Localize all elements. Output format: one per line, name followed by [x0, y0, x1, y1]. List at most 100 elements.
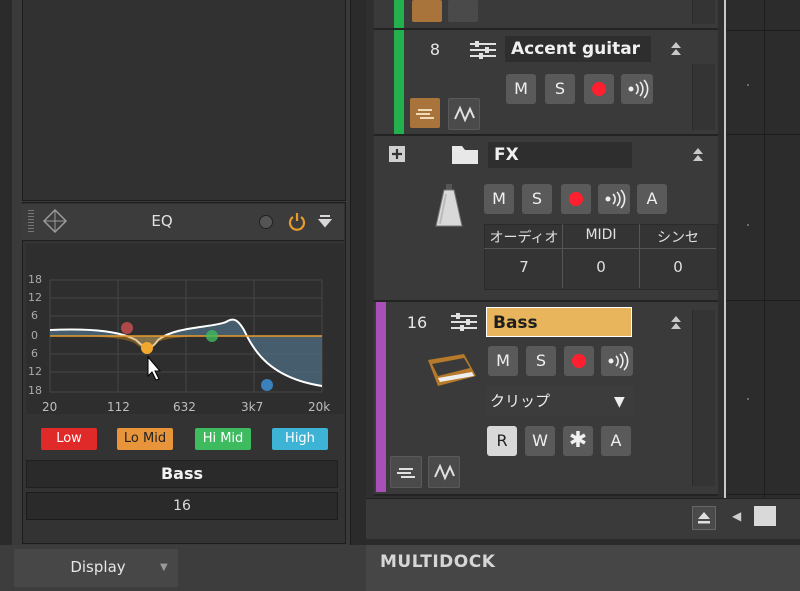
- band-lomid-button[interactable]: Lo Mid: [117, 428, 173, 450]
- automation-a-button[interactable]: A: [601, 426, 631, 456]
- monitor-button[interactable]: [601, 346, 633, 376]
- automation-icon[interactable]: [428, 456, 460, 488]
- solo-button[interactable]: S: [545, 74, 575, 104]
- mute-button[interactable]: M: [484, 184, 514, 214]
- track-color-strip: [394, 0, 404, 28]
- table-header: シンセ: [657, 230, 699, 246]
- playhead-line[interactable]: [724, 0, 726, 498]
- drag-grip-icon[interactable]: [28, 210, 34, 232]
- automation-icon[interactable]: [448, 98, 480, 130]
- eject-icon[interactable]: [692, 506, 716, 530]
- track-name-field[interactable]: Accent guitar: [505, 36, 651, 62]
- dropdown-arrow-icon[interactable]: ▼: [614, 394, 625, 410]
- collapse-chevron-icon[interactable]: [690, 146, 706, 164]
- monitor-button[interactable]: [598, 184, 630, 214]
- folder-icon: [450, 142, 480, 166]
- grid-line: [726, 134, 800, 135]
- solo-button[interactable]: S: [522, 184, 552, 214]
- record-arm-button[interactable]: [564, 346, 594, 376]
- automation-icon[interactable]: [448, 0, 478, 22]
- power-icon[interactable]: [287, 211, 307, 231]
- grid-dot: [747, 398, 749, 400]
- freq-tick: 112: [107, 400, 130, 414]
- mute-button[interactable]: M: [488, 346, 518, 376]
- write-automation-button[interactable]: W: [525, 426, 555, 456]
- expand-plus-icon[interactable]: [389, 146, 405, 162]
- record-arm-button[interactable]: [584, 74, 614, 104]
- mute-button[interactable]: M: [506, 74, 536, 104]
- activity-indicator-icon: [259, 215, 273, 229]
- db-tick: 12: [28, 365, 42, 378]
- himid-band-node-icon: [206, 330, 218, 342]
- expand-chevron-icon[interactable]: [317, 212, 333, 230]
- db-tick: 12: [28, 291, 42, 304]
- track-name-field[interactable]: Bass: [486, 307, 632, 337]
- cowbell-icon: [432, 180, 468, 232]
- track-scrollbar[interactable]: [692, 310, 715, 486]
- band-himid-button[interactable]: Hi Mid: [195, 428, 251, 450]
- track-list-icon[interactable]: [412, 0, 442, 22]
- horizontal-scroll-thumb[interactable]: [754, 506, 776, 526]
- db-tick: 18: [28, 384, 42, 397]
- grid-line: [764, 0, 765, 498]
- track-color-strip: [376, 302, 386, 492]
- input-select-value: クリップ: [490, 392, 551, 410]
- table-cell: 0: [673, 258, 683, 276]
- channel-number-field: 16: [26, 492, 338, 520]
- read-automation-button[interactable]: R: [487, 426, 517, 456]
- freq-tick: 3k7: [241, 400, 264, 414]
- star-button[interactable]: ✱: [563, 426, 593, 456]
- record-arm-button[interactable]: [561, 184, 591, 214]
- instrument-track-icon: [468, 38, 498, 62]
- eq-curve-svg[interactable]: [26, 244, 344, 414]
- display-label: Display: [70, 558, 126, 576]
- channel-name-field[interactable]: Bass: [26, 460, 338, 488]
- freq-tick: 632: [173, 400, 196, 414]
- track-scrollbar[interactable]: [692, 0, 715, 24]
- folder-name-field[interactable]: FX: [488, 142, 632, 168]
- track-list-icon[interactable]: [390, 456, 422, 488]
- eq-graph[interactable]: [26, 244, 344, 414]
- eq-plugin-icon[interactable]: [42, 208, 68, 234]
- track-number: 16: [406, 313, 428, 332]
- grid-dot: [747, 224, 749, 226]
- input-select[interactable]: クリップ: [486, 386, 634, 416]
- automation-a-button[interactable]: A: [637, 184, 667, 214]
- track-scrollbar[interactable]: [692, 64, 715, 130]
- freq-tick: 20: [42, 400, 58, 414]
- band-high-button[interactable]: High: [272, 428, 328, 450]
- solo-button[interactable]: S: [526, 346, 556, 376]
- eq-title: EQ: [151, 212, 173, 230]
- db-tick: 6: [31, 347, 38, 360]
- record-icon: [592, 81, 606, 96]
- db-tick: 18: [28, 273, 42, 286]
- collapse-chevron-icon[interactable]: [668, 40, 684, 58]
- db-tick: 0: [31, 329, 38, 342]
- track-color-strip: [394, 30, 404, 134]
- table-cell: 0: [596, 258, 606, 276]
- inspector-upper-area: [22, 0, 346, 201]
- synth-keyboard-icon: [424, 350, 478, 390]
- band-low-button[interactable]: Low: [41, 428, 97, 450]
- monitor-icon: [628, 79, 649, 99]
- scroll-left-arrow-icon[interactable]: ◀: [732, 509, 741, 523]
- monitor-button[interactable]: [621, 74, 653, 104]
- freq-tick: 20k: [308, 400, 331, 414]
- track-number: 8: [429, 40, 441, 59]
- dropdown-arrow-icon[interactable]: ▼: [160, 562, 168, 573]
- high-band-node-icon: [261, 379, 273, 391]
- table-header: オーディオ: [489, 230, 559, 246]
- multidock-label: MULTIDOCK: [380, 552, 496, 572]
- grid-line: [726, 30, 800, 31]
- monitor-icon: [608, 351, 629, 371]
- grid-dot: [747, 84, 749, 86]
- mouse-cursor-icon: [147, 355, 162, 381]
- collapse-chevron-icon[interactable]: [668, 314, 684, 332]
- table-header: MIDI: [585, 227, 617, 243]
- arrange-view[interactable]: [726, 0, 800, 498]
- grid-line: [726, 300, 800, 301]
- lomid-band-node-icon: [141, 342, 153, 354]
- track-list-icon[interactable]: [410, 98, 440, 128]
- grid-line: [726, 494, 800, 495]
- low-band-node-icon: [121, 322, 133, 334]
